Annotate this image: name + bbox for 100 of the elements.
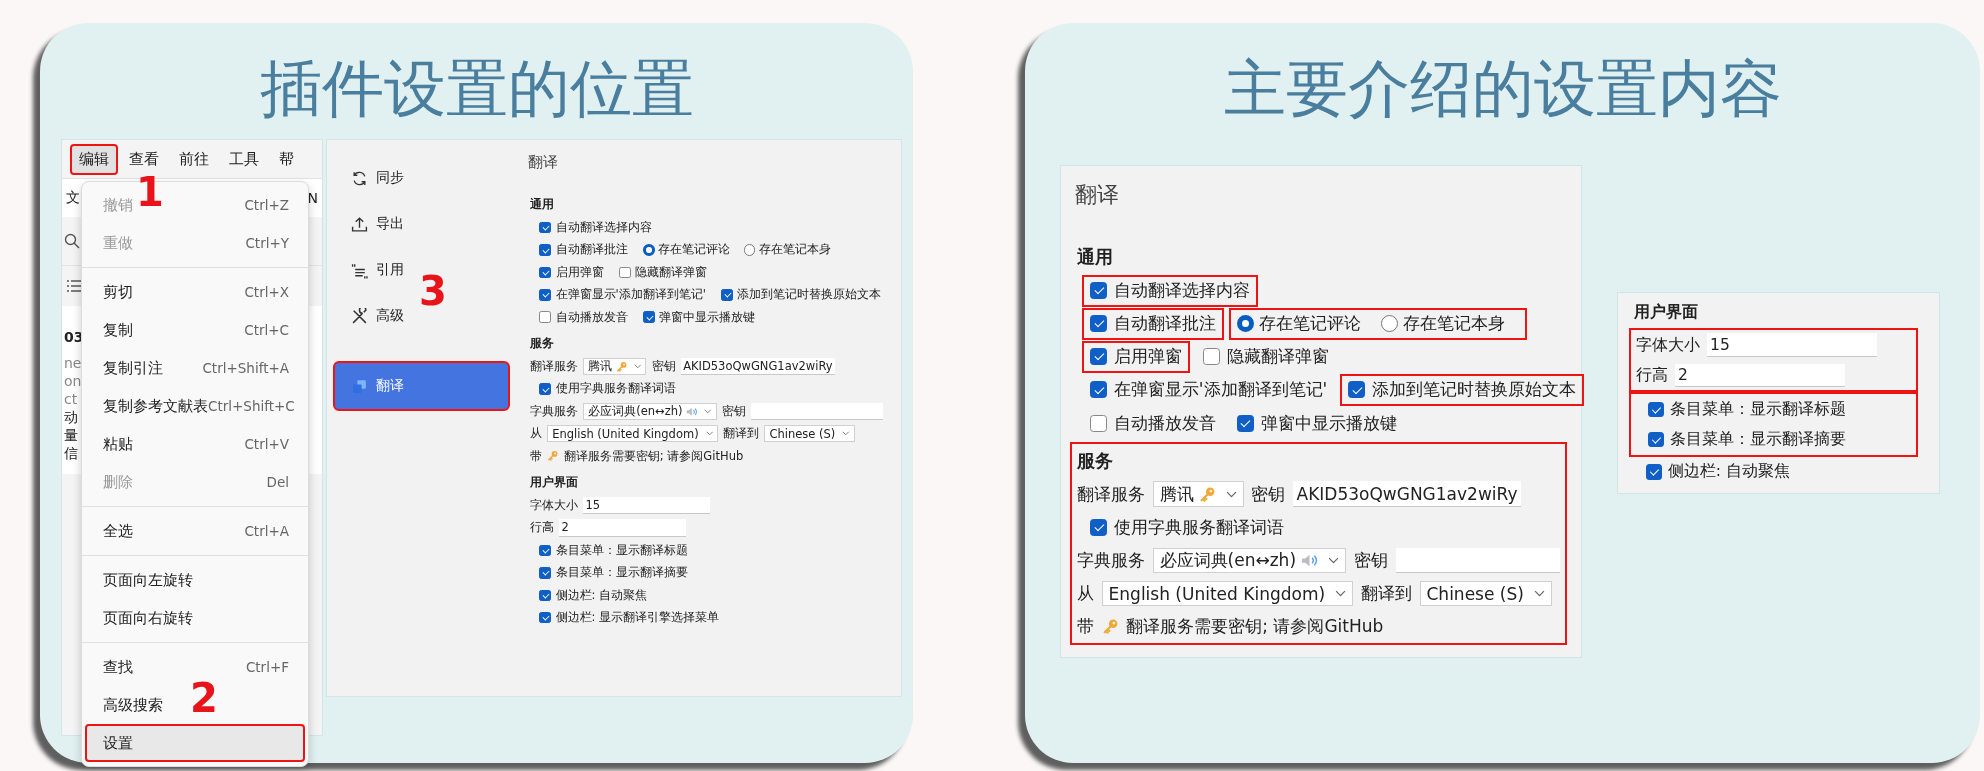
- shortcut-text: Del: [266, 474, 289, 490]
- text-field[interactable]: [1395, 547, 1560, 574]
- checkbox[interactable]: [539, 383, 551, 395]
- checkbox[interactable]: [539, 266, 551, 279]
- field-label: 字典服务: [530, 403, 578, 419]
- checkbox[interactable]: [1090, 518, 1108, 536]
- menu-item[interactable]: 粘贴: [103, 434, 133, 454]
- checkbox[interactable]: [1646, 464, 1662, 480]
- checkbox-label: 弹窗中显示播放键: [659, 309, 756, 325]
- radio-label: 存在笔记本身: [1403, 312, 1506, 336]
- radio-button[interactable]: [1236, 315, 1254, 333]
- checkbox-label: 侧边栏: 自动聚焦: [1667, 461, 1790, 483]
- menu-item[interactable]: 复制参考文献表: [103, 396, 208, 416]
- checkbox[interactable]: [539, 589, 551, 601]
- menu-bar-item[interactable]: 帮: [270, 143, 303, 175]
- section-heading: 服务: [1077, 448, 1114, 473]
- menu-item[interactable]: 页面向左旋转: [103, 570, 193, 590]
- menu-item[interactable]: 剪切: [103, 282, 133, 302]
- dropdown[interactable]: 必应词典(en↔zh): [1152, 547, 1347, 574]
- text-field[interactable]: [751, 402, 884, 420]
- chevron-icon: [1225, 490, 1237, 498]
- shortcut-text: Ctrl+Shift+C: [208, 398, 295, 414]
- dropdown[interactable]: English (United Kingdom): [547, 425, 718, 443]
- field-label: 翻译服务: [1077, 482, 1145, 506]
- checkbox[interactable]: [721, 289, 733, 301]
- menu-bar-item[interactable]: 编辑: [70, 143, 118, 175]
- checkbox[interactable]: [539, 289, 551, 301]
- checkbox-label: 自动翻译选择内容: [1113, 279, 1250, 303]
- dropdown[interactable]: Chinese (S): [1419, 580, 1553, 607]
- chevron-icon: [842, 431, 850, 437]
- checkbox-label: 侧边栏: 自动聚焦: [555, 587, 648, 603]
- checkbox[interactable]: [1090, 381, 1108, 399]
- checkbox[interactable]: [1090, 315, 1108, 333]
- dropdown[interactable]: Chinese (S): [764, 425, 855, 443]
- slide-title: 主要介绍的设置内容: [1223, 51, 1782, 127]
- radio-button[interactable]: [643, 244, 655, 256]
- menu-item[interactable]: 全选: [103, 521, 133, 541]
- list-text: 信: [64, 444, 78, 462]
- field-label: 行高: [1636, 364, 1668, 386]
- text-field[interactable]: 15: [1706, 333, 1878, 357]
- field-label: 翻译到: [1360, 582, 1412, 606]
- field-label: 翻译服务: [530, 359, 578, 374]
- sidebar-item[interactable]: 翻译: [333, 361, 510, 411]
- menu-item[interactable]: 高级搜索: [103, 695, 163, 715]
- shortcut-text: Ctrl+Z: [244, 197, 289, 213]
- checkbox[interactable]: [1202, 348, 1220, 366]
- shortcut-text: Ctrl+X: [244, 284, 289, 300]
- checkbox-label: 使用字典服务翻译词语: [1113, 515, 1284, 539]
- sidebar-item[interactable]: 引用: [333, 247, 414, 293]
- text-field[interactable]: 2: [1674, 363, 1846, 387]
- text-field[interactable]: 2: [559, 519, 686, 537]
- list-text: ne: [64, 354, 82, 372]
- checkbox[interactable]: [1236, 414, 1254, 432]
- dropdown[interactable]: 腾讯: [1152, 481, 1244, 507]
- chevron-icon: [1534, 590, 1546, 597]
- checkbox[interactable]: [1090, 414, 1108, 432]
- checkbox[interactable]: [619, 266, 631, 279]
- menu-item[interactable]: 设置: [85, 724, 305, 762]
- checkbox-label: 自动播放发音: [1113, 411, 1216, 435]
- checkbox[interactable]: [643, 311, 655, 323]
- menu-item[interactable]: 查找: [103, 657, 133, 677]
- dropdown[interactable]: English (United Kingdom): [1101, 580, 1354, 607]
- checkbox[interactable]: [1090, 348, 1108, 366]
- menu-item[interactable]: 页面向右旋转: [103, 608, 193, 628]
- dropdown[interactable]: 必应词典(en↔zh): [583, 402, 717, 420]
- radio-button[interactable]: [743, 244, 756, 256]
- text-field[interactable]: AKID53oQwGNG1av2wiRy: [1293, 481, 1521, 507]
- checkbox-label: 使用字典服务翻译词语: [555, 381, 676, 397]
- radio-label: 存在笔记本身: [758, 242, 831, 258]
- toolbar-text: N: [307, 190, 318, 206]
- field-label: 密钥: [721, 403, 746, 419]
- radio-label: 存在笔记评论: [1258, 312, 1361, 336]
- menu-item[interactable]: 复制引注: [103, 358, 163, 378]
- dropdown[interactable]: 腾讯: [583, 357, 647, 376]
- checkbox-label: 添加到笔记时替换原始文本: [737, 287, 882, 303]
- text-field[interactable]: 15: [583, 496, 710, 515]
- step-number: 2: [190, 678, 218, 718]
- field-label: 密钥: [651, 359, 676, 374]
- menu-bar-item[interactable]: 工具: [220, 143, 268, 175]
- text-field[interactable]: AKID53oQwGNG1av2wiRy: [680, 357, 835, 376]
- checkbox[interactable]: [1090, 282, 1108, 300]
- checkbox[interactable]: [539, 244, 551, 256]
- sidebar-item[interactable]: 导出: [333, 201, 414, 247]
- menu-item[interactable]: 复制: [103, 320, 133, 340]
- menu-bar-item[interactable]: 前往: [170, 143, 218, 175]
- sidebar-item[interactable]: 同步: [333, 155, 414, 201]
- checkbox[interactable]: [1648, 431, 1664, 448]
- checkbox[interactable]: [1648, 401, 1664, 418]
- checkbox[interactable]: [539, 311, 551, 323]
- chevron-icon: [705, 431, 713, 437]
- checkbox-label: 条目菜单：显示翻译摘要: [1669, 429, 1846, 451]
- sidebar-item[interactable]: 高级: [333, 293, 414, 339]
- shortcut-text: Ctrl+C: [244, 322, 289, 338]
- radio-button[interactable]: [1381, 315, 1399, 333]
- checkbox[interactable]: [539, 611, 551, 624]
- checkbox[interactable]: [539, 221, 551, 234]
- checkbox[interactable]: [539, 567, 551, 579]
- checkbox[interactable]: [539, 544, 551, 557]
- checkbox[interactable]: [1348, 381, 1366, 399]
- checkbox-label: 添加到笔记时替换原始文本: [1371, 378, 1576, 402]
